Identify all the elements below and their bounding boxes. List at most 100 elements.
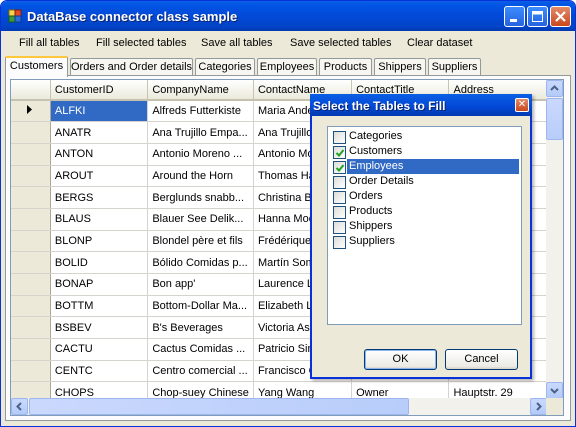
table-cell[interactable]: CENTC xyxy=(50,360,149,383)
row-header[interactable] xyxy=(11,338,51,361)
row-header[interactable] xyxy=(11,251,51,274)
table-cell[interactable]: Bon app' xyxy=(147,273,254,296)
horizontal-scroll-thumb[interactable] xyxy=(29,398,409,415)
close-button[interactable] xyxy=(550,6,571,27)
table-cell[interactable]: Around the Horn xyxy=(147,165,254,188)
checklist-item[interactable]: Shippers xyxy=(330,219,519,234)
table-cell[interactable]: Alfreds Futterkiste xyxy=(147,100,254,123)
minimize-button[interactable] xyxy=(504,6,525,27)
menu-save-all-tables[interactable]: Save all tables xyxy=(201,37,273,49)
menu-fill-all-tables[interactable]: Fill all tables xyxy=(19,37,80,49)
menu-clear-dataset[interactable]: Clear dataset xyxy=(407,37,472,49)
table-cell[interactable]: CHOPS xyxy=(50,381,149,399)
table-cell[interactable]: ALFKI xyxy=(50,100,149,123)
checklist-item[interactable]: Orders xyxy=(330,189,519,204)
row-header[interactable] xyxy=(11,165,51,188)
table-cell[interactable]: BSBEV xyxy=(50,316,149,340)
tab-customers[interactable]: Customers xyxy=(5,56,68,77)
table-cell[interactable]: B's Beverages xyxy=(147,316,254,340)
table-cell[interactable]: Owner xyxy=(351,381,450,399)
table-cell[interactable]: Ana Trujillo Empa... xyxy=(147,121,254,144)
checklist-item[interactable]: Customers xyxy=(330,144,519,159)
title-bar[interactable]: DataBase connector class sample xyxy=(1,1,575,31)
vertical-scroll-thumb[interactable] xyxy=(546,98,563,140)
checkbox[interactable] xyxy=(333,206,346,219)
table-cell[interactable]: Hauptstr. 29 xyxy=(448,381,547,399)
dialog-title-bar[interactable]: Select the Tables to Fill ✕ xyxy=(310,94,532,116)
row-header[interactable] xyxy=(11,208,51,231)
table-cell[interactable]: BLONP xyxy=(50,230,149,253)
checkbox[interactable] xyxy=(333,131,346,144)
maximize-button[interactable] xyxy=(527,6,548,27)
tab-strip: Customers Orders and Order details Categ… xyxy=(4,56,572,77)
menu-fill-selected-tables[interactable]: Fill selected tables xyxy=(96,37,187,49)
row-header[interactable] xyxy=(11,381,51,399)
row-header[interactable] xyxy=(11,316,51,340)
row-header[interactable] xyxy=(11,186,51,209)
table-cell[interactable]: ANTON xyxy=(50,143,149,166)
checkbox[interactable] xyxy=(333,191,346,204)
arrow-right-icon xyxy=(536,402,542,411)
dialog-close-button[interactable]: ✕ xyxy=(515,98,529,112)
horizontal-scrollbar[interactable] xyxy=(11,398,547,415)
tab-categories[interactable]: Categories xyxy=(195,58,255,76)
cancel-button[interactable]: Cancel xyxy=(445,349,518,370)
tab-employees[interactable]: Employees xyxy=(257,58,317,76)
arrow-up-icon xyxy=(550,85,559,91)
table-cell[interactable]: Bólido Comidas p... xyxy=(147,251,254,274)
table-cell[interactable]: Blondel père et fils xyxy=(147,230,254,253)
table-cell[interactable]: ANATR xyxy=(50,121,149,144)
table-cell[interactable]: BLAUS xyxy=(50,208,149,231)
tables-checked-list[interactable]: Categories Customers Employees Order Detail… xyxy=(327,126,522,325)
table-cell[interactable]: BOLID xyxy=(50,251,149,274)
table-row[interactable]: CHOPS Chop-suey Chinese Yang Wang Owner Haup… xyxy=(11,381,547,399)
checklist-item[interactable]: Products xyxy=(330,204,519,219)
table-cell[interactable]: Chop-suey Chinese xyxy=(147,381,254,399)
scroll-up-button[interactable] xyxy=(546,80,563,97)
row-header[interactable] xyxy=(11,360,51,383)
checkbox[interactable] xyxy=(333,146,346,159)
checkbox[interactable] xyxy=(333,221,346,234)
tab-products[interactable]: Products xyxy=(319,58,372,76)
row-header[interactable] xyxy=(11,100,51,123)
tab-orders-and-order-details[interactable]: Orders and Order details xyxy=(70,58,193,76)
checklist-item[interactable]: Categories xyxy=(330,129,519,144)
checklist-item[interactable]: Suppliers xyxy=(330,234,519,249)
checkmark-icon xyxy=(335,164,345,172)
vertical-scrollbar[interactable] xyxy=(546,80,563,399)
scroll-down-button[interactable] xyxy=(546,382,563,399)
table-cell[interactable]: Cactus Comidas ... xyxy=(147,338,254,361)
checkbox[interactable] xyxy=(333,176,346,189)
table-cell[interactable]: Yang Wang xyxy=(253,381,353,399)
tab-suppliers[interactable]: Suppliers xyxy=(428,58,481,76)
row-header[interactable] xyxy=(11,230,51,253)
row-header[interactable] xyxy=(11,295,51,318)
checklist-item[interactable]: Employees xyxy=(330,159,519,174)
row-header-corner[interactable] xyxy=(11,80,51,101)
table-cell[interactable]: Centro comercial ... xyxy=(147,360,254,383)
scroll-right-button[interactable] xyxy=(530,398,547,415)
table-cell[interactable]: Bottom-Dollar Ma... xyxy=(147,295,254,318)
table-cell[interactable]: Blauer See Delik... xyxy=(147,208,254,231)
row-header[interactable] xyxy=(11,121,51,144)
column-header-companyname[interactable]: CompanyName xyxy=(147,80,254,101)
table-cell[interactable]: Berglunds snabb... xyxy=(147,186,254,209)
checkbox[interactable] xyxy=(333,161,346,174)
table-cell[interactable]: Antonio Moreno ... xyxy=(147,143,254,166)
scrollbar-corner xyxy=(546,398,563,415)
checkbox[interactable] xyxy=(333,236,346,249)
menu-save-selected-tables[interactable]: Save selected tables xyxy=(290,37,392,49)
table-cell[interactable]: AROUT xyxy=(50,165,149,188)
table-cell[interactable]: BERGS xyxy=(50,186,149,209)
row-header[interactable] xyxy=(11,143,51,166)
app-icon xyxy=(8,9,22,23)
scroll-left-button[interactable] xyxy=(11,398,28,415)
checklist-item[interactable]: Order Details xyxy=(330,174,519,189)
table-cell[interactable]: BOTTM xyxy=(50,295,149,318)
column-header-customerid[interactable]: CustomerID xyxy=(50,80,149,101)
tab-shippers[interactable]: Shippers xyxy=(374,58,426,76)
row-header[interactable] xyxy=(11,273,51,296)
ok-button[interactable]: OK xyxy=(364,349,437,370)
table-cell[interactable]: CACTU xyxy=(50,338,149,361)
table-cell[interactable]: BONAP xyxy=(50,273,149,296)
